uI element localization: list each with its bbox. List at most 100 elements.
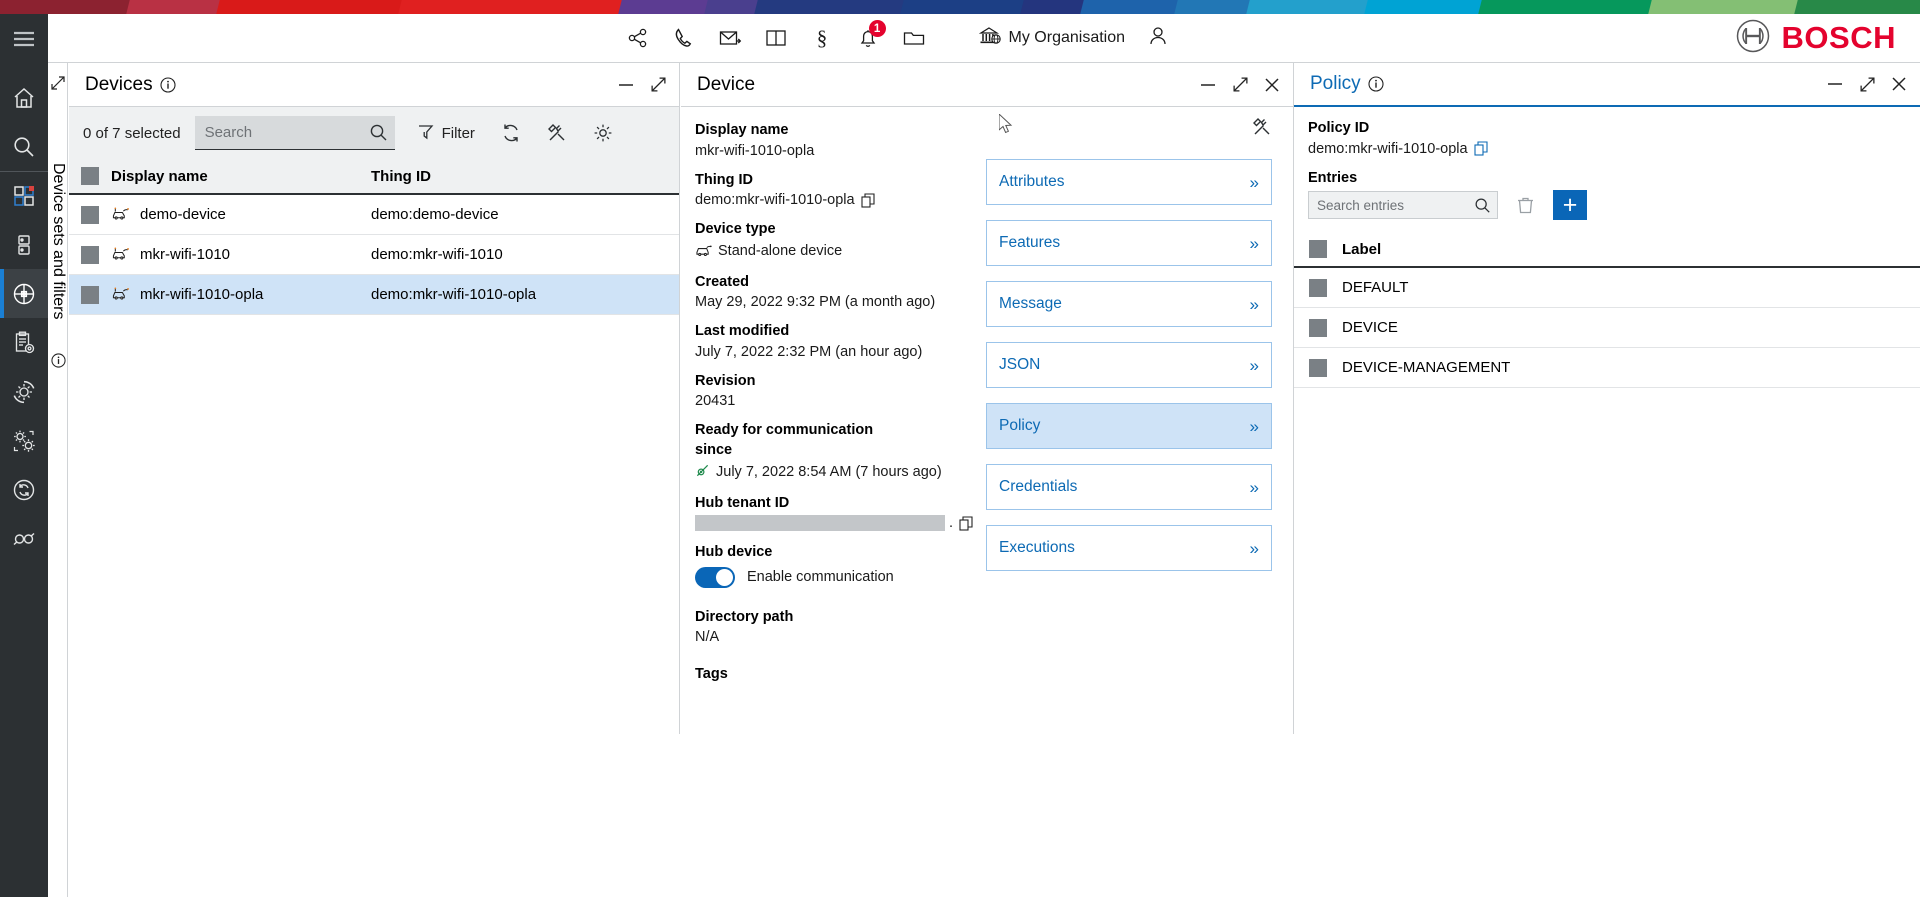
connected-vehicle-icon — [111, 245, 130, 265]
home-icon[interactable] — [0, 73, 48, 122]
search-icon[interactable] — [0, 122, 48, 171]
ellipsis-text: . — [949, 515, 954, 532]
close-icon[interactable] — [1263, 76, 1281, 94]
phone-icon[interactable] — [667, 21, 701, 55]
nav-card-credentials[interactable]: Credentials » — [986, 464, 1272, 510]
devices-table-header: Display name Thing ID — [69, 159, 679, 195]
entries-search-box[interactable] — [1308, 191, 1498, 220]
refresh-icon[interactable] — [501, 123, 521, 143]
device-sets-icon[interactable] — [0, 269, 48, 318]
filter-button[interactable]: Filter — [417, 123, 475, 144]
devices-toolbar: 0 of 7 selected Filter — [69, 107, 679, 159]
list-item[interactable]: DEVICE — [1294, 308, 1920, 349]
chevron-double-right-icon: » — [1249, 172, 1259, 192]
nav-card-label: Policy — [999, 417, 1041, 434]
table-row[interactable]: mkr-wifi-1010-opla demo:mkr-wifi-1010-opl… — [69, 275, 679, 315]
legal-paragraph-icon[interactable]: § — [805, 21, 839, 55]
book-icon[interactable] — [759, 21, 793, 55]
folder-icon[interactable] — [897, 21, 931, 55]
list-item[interactable]: DEFAULT — [1294, 268, 1920, 309]
row-checkbox[interactable] — [81, 285, 99, 304]
close-icon[interactable] — [1890, 75, 1908, 93]
nav-card-message[interactable]: Message » — [986, 281, 1272, 327]
select-all-checkbox[interactable] — [81, 167, 99, 185]
tools-wrench-icon[interactable] — [1252, 117, 1272, 142]
row-thing-id: demo:mkr-wifi-1010 — [371, 246, 503, 263]
entry-checkbox[interactable] — [1309, 278, 1327, 297]
table-row[interactable]: mkr-wifi-1010 demo:mkr-wifi-1010 — [69, 235, 679, 275]
copy-icon[interactable] — [959, 516, 974, 531]
gear-config-icon[interactable] — [0, 416, 48, 465]
refresh-circle-icon[interactable] — [0, 465, 48, 514]
device-sets-and-filters-strip[interactable]: Device sets and filters — [48, 63, 68, 897]
ready-label: Ready for communication since — [695, 422, 874, 458]
nav-card-attributes[interactable]: Attributes » — [986, 159, 1272, 205]
entries-search-input[interactable] — [1317, 197, 1469, 213]
gear-settings-icon[interactable] — [593, 123, 613, 143]
hub-device-label: Hub device — [695, 544, 773, 561]
search-input[interactable] — [204, 124, 365, 141]
info-circle-icon[interactable] — [51, 353, 66, 373]
table-row[interactable]: demo-device demo:demo-device — [69, 195, 679, 235]
entry-label: DEVICE-MANAGEMENT — [1342, 359, 1511, 377]
trash-delete-icon[interactable] — [1516, 196, 1535, 215]
hamburger-menu-icon[interactable] — [0, 14, 48, 63]
nav-card-executions[interactable]: Executions » — [986, 525, 1272, 571]
column-label: Label — [1342, 240, 1382, 258]
settings-sync-icon[interactable] — [0, 367, 48, 416]
copy-icon[interactable] — [861, 193, 876, 208]
created-value: May 29, 2022 9:32 PM (a month ago) — [695, 294, 936, 311]
expand-diagonal-icon[interactable] — [1231, 76, 1249, 94]
expand-diagonal-icon[interactable] — [649, 76, 667, 94]
field-hub-device: Hub device Enable communication — [695, 543, 978, 588]
nav-card-label: Features — [999, 234, 1061, 251]
connector-link-icon[interactable] — [0, 514, 48, 563]
user-account-icon[interactable] — [1147, 25, 1169, 52]
dashboard-grid-icon[interactable] — [0, 171, 48, 220]
supergraphic-band — [1794, 0, 1920, 14]
search-icon[interactable] — [369, 123, 388, 147]
field-display-name: Display name mkr-wifi-1010-opla — [695, 121, 978, 159]
hub-tenant-redacted-value — [695, 515, 945, 532]
copy-icon[interactable] — [1474, 141, 1489, 156]
minimize-icon[interactable] — [1826, 75, 1844, 93]
devices-panel-title: Devices — [85, 73, 153, 95]
policy-id-value-row: demo:mkr-wifi-1010-opla — [1308, 141, 1920, 157]
nav-card-json[interactable]: JSON » — [986, 342, 1272, 388]
notification-bell-icon[interactable]: 1 — [851, 20, 886, 55]
enable-communication-toggle[interactable] — [695, 566, 735, 588]
minimize-icon[interactable] — [617, 76, 635, 94]
share-icon[interactable] — [621, 21, 655, 55]
devices-search-box[interactable] — [194, 116, 395, 150]
reports-clipboard-icon[interactable] — [0, 318, 48, 367]
row-checkbox[interactable] — [81, 205, 99, 224]
nav-card-features[interactable]: Features » — [986, 220, 1272, 266]
entry-checkbox[interactable] — [1309, 318, 1327, 337]
device-stack-icon[interactable] — [0, 220, 48, 269]
expand-diagonal-icon[interactable] — [50, 75, 66, 96]
nav-card-policy[interactable]: Policy » — [986, 403, 1272, 449]
row-checkbox[interactable] — [81, 245, 99, 264]
search-icon[interactable] — [1474, 197, 1491, 219]
tools-wrench-icon[interactable] — [547, 123, 567, 143]
organisation-label: My Organisation — [1008, 29, 1126, 46]
organisation-selector[interactable]: My Organisation — [978, 26, 1126, 51]
entry-checkbox[interactable] — [1309, 358, 1327, 377]
mail-icon[interactable] — [713, 21, 747, 55]
list-item[interactable]: DEVICE-MANAGEMENT — [1294, 348, 1920, 389]
chevron-double-right-icon: » — [1249, 355, 1259, 375]
add-entry-button[interactable]: + — [1553, 190, 1587, 221]
last-modified-value: July 7, 2022 2:32 PM (an hour ago) — [695, 343, 923, 360]
row-thing-id: demo:mkr-wifi-1010-opla — [371, 286, 537, 303]
thing-id-label: Thing ID — [695, 171, 753, 188]
row-display-name-cell: mkr-wifi-1010-opla — [111, 285, 371, 305]
select-all-entries-checkbox[interactable] — [1309, 240, 1327, 259]
device-fields: Display name mkr-wifi-1010-opla Thing ID… — [681, 121, 986, 734]
info-circle-icon[interactable] — [160, 76, 176, 93]
funnel-filter-icon — [417, 123, 434, 144]
expand-diagonal-icon[interactable] — [1858, 75, 1876, 93]
info-circle-icon[interactable] — [1368, 76, 1384, 92]
policy-panel-header: Policy — [1294, 63, 1920, 107]
device-type-label: Device type — [695, 221, 776, 238]
minimize-icon[interactable] — [1199, 76, 1217, 94]
